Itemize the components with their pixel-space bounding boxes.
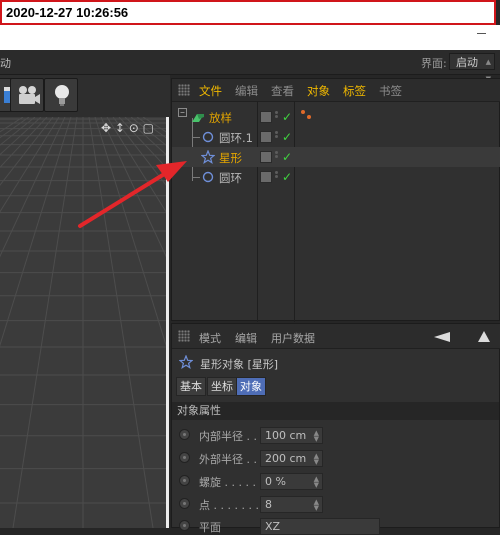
annotation-arrow <box>78 161 187 228</box>
